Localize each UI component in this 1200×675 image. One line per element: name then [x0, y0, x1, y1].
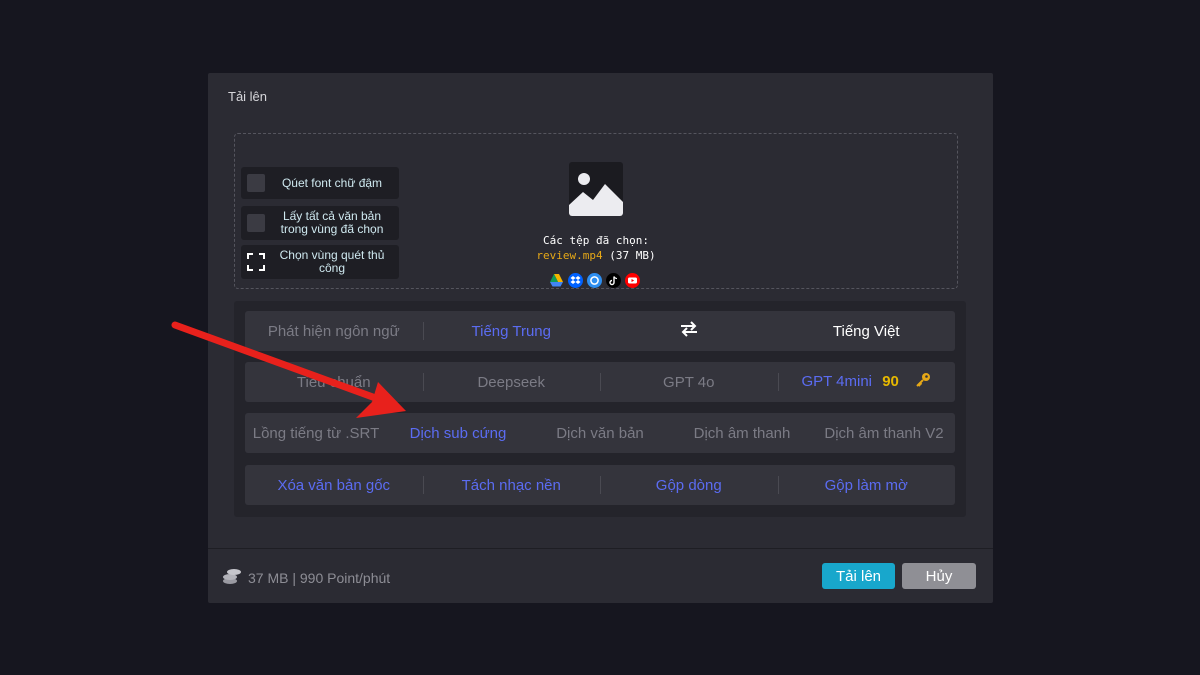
image-placeholder-icon [569, 162, 623, 216]
key-icon [915, 372, 931, 392]
file-size: (37 MB) [609, 249, 656, 262]
mode-dub-srt[interactable]: Lồng tiếng từ .SRT [245, 425, 387, 442]
model-gpt4mini-label: GPT 4mini [801, 372, 873, 390]
model-standard[interactable]: Tiêu chuẩn [245, 374, 423, 391]
checkbox[interactable] [247, 214, 265, 232]
tool-merge-blur[interactable]: Gộp làm mờ [777, 476, 956, 494]
detect-language-option[interactable]: Phát hiện ngôn ngữ [245, 323, 423, 340]
model-score: 90 [882, 372, 899, 390]
dropbox-icon[interactable] [568, 273, 583, 288]
upload-button[interactable]: Tải lên [822, 563, 895, 589]
file-dropzone[interactable]: Qúet font chữ đậm Lấy tất cả văn bản tro… [234, 133, 958, 289]
option-label: Qúet font chữ đậm [281, 175, 383, 190]
source-icons [549, 273, 640, 288]
tool-remove-text[interactable]: Xóa văn bản gốc [245, 477, 423, 494]
coins-icon [222, 567, 242, 588]
mode-hardsub[interactable]: Dịch sub cứng [387, 425, 529, 442]
mode-row: Lồng tiếng từ .SRT Dịch sub cứng Dịch vă… [245, 413, 955, 453]
tools-row: Xóa văn bản gốc Tách nhạc nền Gộp dòng G… [245, 465, 955, 505]
mode-text[interactable]: Dịch văn bản [529, 425, 671, 442]
selected-file: review.mp4 (37 MB) [235, 249, 957, 262]
settings-panel: Phát hiện ngôn ngữ Tiếng Trung Tiếng Việ… [234, 301, 966, 517]
cancel-button[interactable]: Hủy [902, 563, 976, 589]
mode-audio[interactable]: Dịch âm thanh [671, 425, 813, 442]
option-bold-font-scan[interactable]: Qúet font chữ đậm [241, 167, 399, 199]
model-deepseek[interactable]: Deepseek [422, 373, 601, 391]
tool-merge-lines[interactable]: Gộp dòng [600, 476, 778, 494]
upload-dialog: Tải lên Qúet font chữ đậm Lấy tất cả văn… [208, 73, 993, 603]
google-drive-icon[interactable] [549, 273, 564, 288]
language-row: Phát hiện ngôn ngữ Tiếng Trung Tiếng Việ… [245, 311, 955, 351]
selected-files-label: Các tệp đã chọn: [543, 234, 649, 247]
cost-text: 37 MB | 990 Point/phút [248, 569, 391, 586]
model-row: Tiêu chuẩn Deepseek GPT 4o GPT 4mini 90 [245, 362, 955, 402]
model-gpt4mini[interactable]: GPT 4mini 90 [777, 372, 956, 392]
tiktok-icon[interactable] [606, 273, 621, 288]
option-label: Lấy tất cả văn bản trong vùng đã chọn [280, 209, 384, 236]
tool-split-music[interactable]: Tách nhạc nền [422, 476, 601, 494]
swap-arrows-icon [679, 321, 699, 342]
dialog-title: Tải lên [228, 89, 268, 104]
file-name: review.mp4 [536, 249, 603, 262]
model-gpt4o[interactable]: GPT 4o [600, 373, 778, 391]
swap-languages-button[interactable] [600, 320, 778, 342]
footer-divider [208, 548, 993, 549]
onedrive-icon[interactable] [587, 273, 602, 288]
source-language-select[interactable]: Tiếng Trung [422, 322, 601, 340]
target-language-select[interactable]: Tiếng Việt [778, 323, 956, 340]
youtube-icon[interactable] [625, 273, 640, 288]
mode-audio-v2[interactable]: Dịch âm thanh V2 [813, 425, 955, 442]
cost-info: 37 MB | 990 Point/phút [222, 567, 390, 588]
checkbox[interactable] [247, 174, 265, 192]
